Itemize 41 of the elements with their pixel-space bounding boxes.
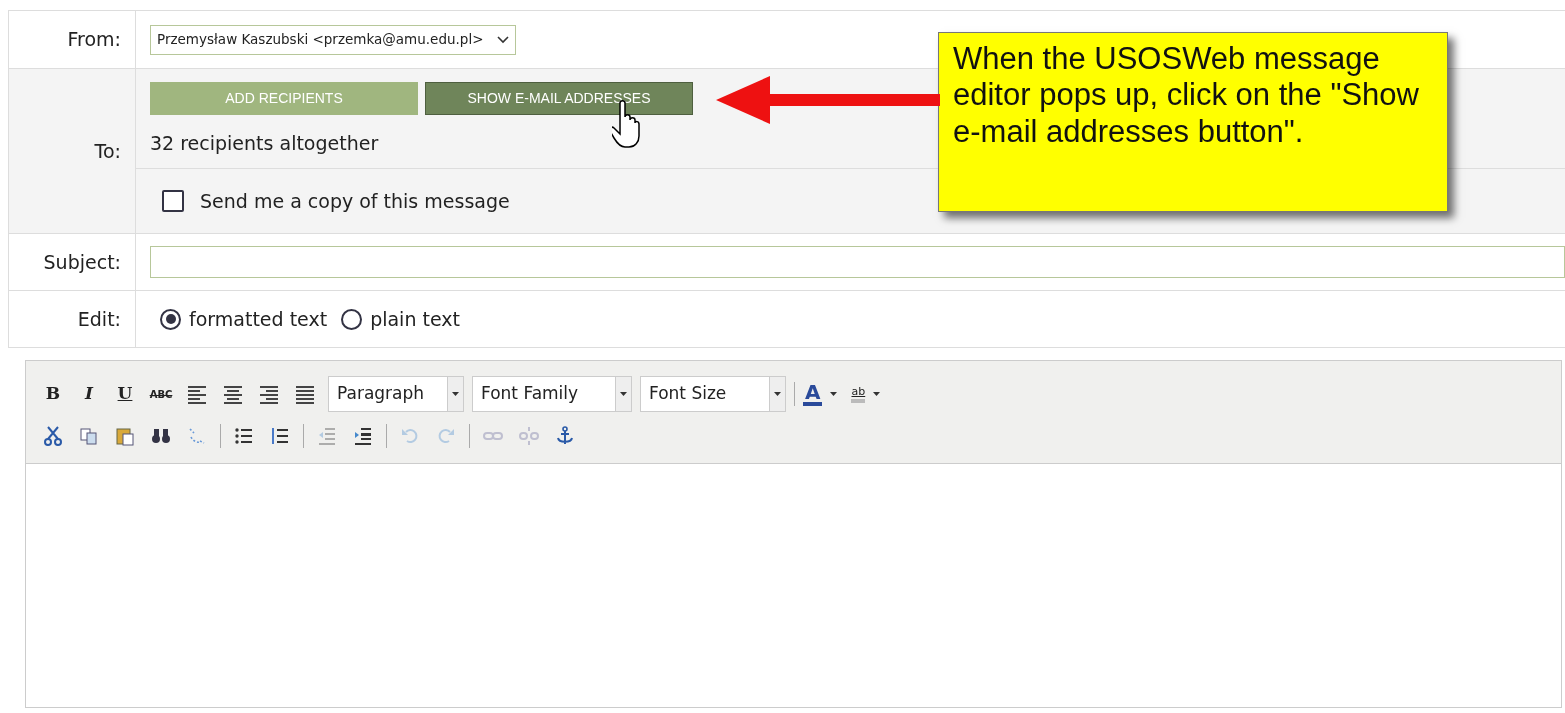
caret-icon [774, 392, 781, 396]
caret-icon [620, 392, 627, 396]
field-label: Edit: [77, 306, 121, 332]
caret-icon [830, 392, 838, 396]
bullet-list-icon[interactable] [233, 425, 255, 447]
clipboard-icon[interactable] [114, 425, 136, 447]
callout-note: When the USOSWeb message editor pops up, click on the "Show e-mail addresses button". [938, 32, 1448, 212]
align-left-icon[interactable] [186, 383, 208, 405]
caret-icon [452, 392, 459, 396]
strikethrough-button[interactable]: ABC [146, 380, 176, 408]
anchor-icon[interactable] [554, 425, 576, 447]
text-color-button[interactable]: A [803, 382, 838, 406]
field-label: Subject: [43, 249, 121, 275]
checkbox[interactable] [162, 190, 184, 212]
field-label: From: [67, 27, 121, 53]
chevron-down-icon [497, 35, 510, 44]
caret-icon [873, 392, 881, 396]
sender-dropdown[interactable]: Przemysław Kaszubski <przemka@amu.edu.pl> [150, 24, 517, 55]
highlight-button[interactable]: ab [851, 385, 881, 403]
scissors-icon[interactable] [42, 425, 64, 447]
recipient-count: 32 recipients altogether [150, 131, 379, 156]
underline-button[interactable]: U [110, 380, 140, 408]
align-center-icon[interactable] [222, 383, 244, 405]
radio-button[interactable] [341, 308, 363, 330]
field-label: To: [94, 138, 121, 164]
format-dropdown[interactable]: Font Size [640, 376, 786, 412]
align-right-icon[interactable] [258, 383, 280, 405]
copy-icon[interactable] [78, 425, 100, 447]
bold-button[interactable]: B [38, 380, 68, 408]
italic-button[interactable]: I [74, 380, 104, 408]
subject-field[interactable] [150, 246, 1565, 278]
radio-label: plain text [370, 306, 460, 332]
radio-button[interactable] [160, 308, 181, 330]
format-dropdown[interactable]: Font Family [472, 376, 632, 412]
justify-icon[interactable] [294, 383, 316, 405]
checkbox-label: Send me a copy of this message [200, 188, 510, 214]
radio-label: formatted text [189, 306, 328, 332]
indent-icon[interactable] [352, 425, 374, 447]
numbered-list-icon[interactable] [269, 425, 291, 447]
format-dropdown[interactable]: Paragraph [328, 376, 464, 412]
show-addresses-button[interactable]: SHOW E-MAIL ADDRESSES [425, 82, 693, 115]
